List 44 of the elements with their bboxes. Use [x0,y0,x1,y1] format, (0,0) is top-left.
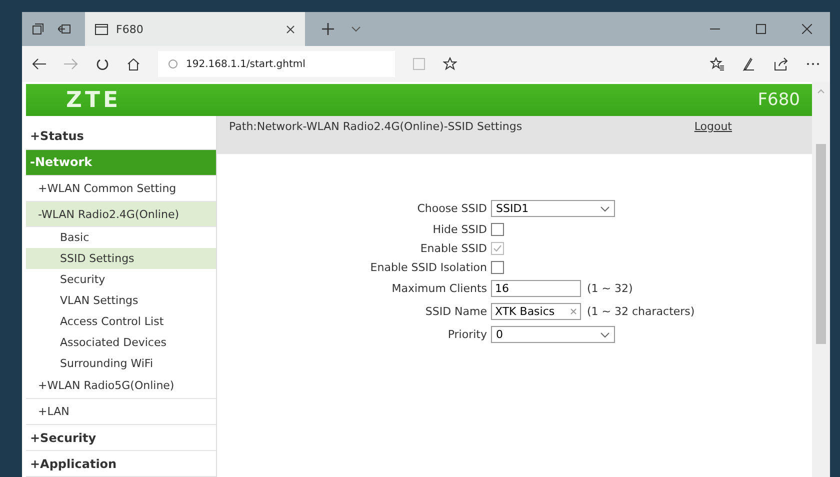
sidebar-item[interactable]: SSID Settings [26,248,216,270]
field-label: Choose SSID [416,202,487,215]
share-icon[interactable] [774,57,788,71]
refresh-icon[interactable] [96,58,109,70]
scrollbar[interactable] [812,82,830,477]
field-label: Enable SSID Isolation [369,261,487,274]
model-name: F680 [758,90,800,110]
logout-link[interactable]: Logout [694,120,732,133]
close-icon[interactable] [286,24,295,34]
checkbox[interactable] [491,261,504,274]
chevron-down-icon [600,206,610,212]
favorites-icon[interactable] [710,57,724,71]
field-label: Maximum Clients [390,282,487,295]
browser-tab[interactable]: F680 [85,12,305,46]
input-field[interactable]: 16 [491,280,581,297]
checkbox[interactable] [491,223,504,236]
address-bar[interactable]: 192.168.1.1/start.ghtml [158,51,395,77]
input-field[interactable]: XTK Basics [491,303,581,320]
home-icon[interactable] [127,58,140,70]
back-tab-icon[interactable] [58,24,71,34]
more-icon[interactable] [806,62,820,66]
field-label: SSID Name [424,305,487,318]
field-label: Hide SSID [432,223,487,236]
hint-text: (1 ~ 32) [587,282,633,295]
dropdown[interactable]: 0 [491,326,615,343]
pen-icon[interactable] [742,57,756,71]
breadcrumb: Path:Network-WLAN Radio2.4G(Online)-SSID Settings [229,120,522,133]
sidebar-item[interactable]: -WLAN Radio2.4G(Online) [26,202,216,228]
field-label: Priority [446,328,487,341]
maximize-icon[interactable] [756,24,766,34]
star-icon[interactable] [443,57,457,71]
logo: ZTE [66,88,121,112]
page-icon [95,24,108,34]
back-icon[interactable] [32,58,46,70]
minimize-icon[interactable] [710,28,720,30]
field-label: Enable SSID [419,242,487,255]
chevron-down-icon [600,332,610,338]
clear-icon[interactable] [570,308,577,315]
close-icon[interactable] [802,24,812,34]
dropdown[interactable]: SSID1 [491,200,615,217]
sidebar-item[interactable]: +WLAN Common Setting [26,176,216,202]
plus-icon[interactable] [322,23,334,35]
tabs-icon[interactable] [32,23,44,35]
hint-text: (1 ~ 32 characters) [587,305,695,318]
